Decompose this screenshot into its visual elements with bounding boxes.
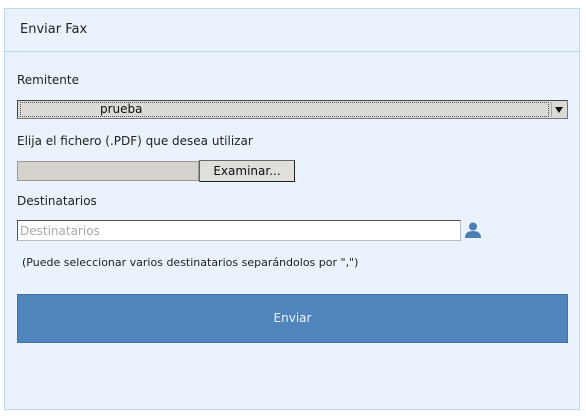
sender-select[interactable]: prueba [17, 100, 568, 119]
file-label: Elija el fichero (.PDF) que desea utiliz… [17, 134, 253, 148]
user-icon[interactable] [464, 221, 482, 239]
send-button[interactable]: Enviar [17, 294, 568, 343]
chevron-down-icon[interactable] [551, 102, 566, 117]
recipients-label: Destinatarios [17, 194, 97, 208]
browse-button[interactable]: Examinar... [199, 160, 295, 182]
recipients-input[interactable] [17, 220, 461, 241]
send-fax-panel: Enviar Fax Remitente prueba Elija el fic… [4, 8, 580, 410]
sender-label: Remitente [17, 73, 79, 87]
sender-selected-value: prueba [100, 102, 143, 116]
panel-title: Enviar Fax [5, 9, 579, 52]
recipients-hint: (Puede seleccionar varios destinatarios … [22, 256, 359, 269]
file-path-field[interactable] [17, 161, 199, 181]
